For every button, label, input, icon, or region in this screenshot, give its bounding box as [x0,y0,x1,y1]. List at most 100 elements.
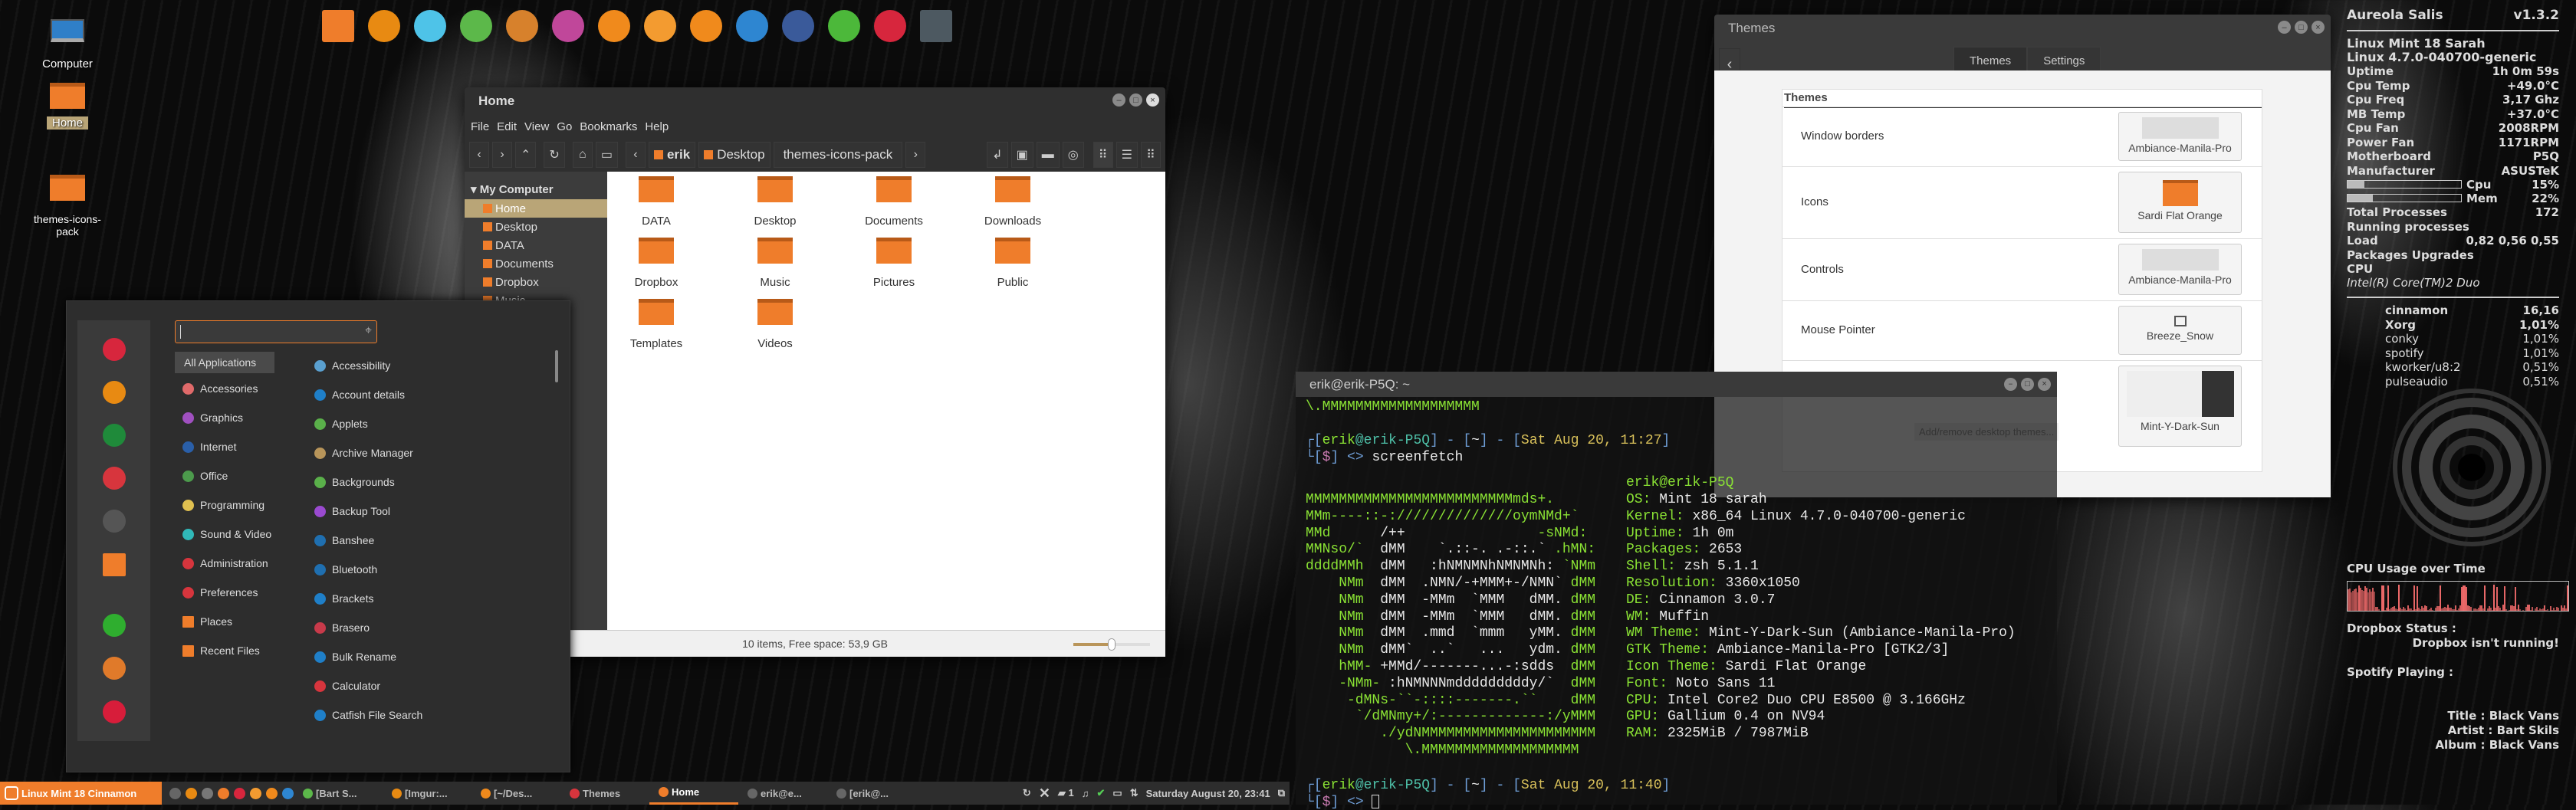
menu-edit[interactable]: Edit [497,120,517,133]
terminal-window[interactable]: erik@erik-P5Q: ~ –□× \.MMMMMMMMMMMMMMMMM… [1296,372,2057,805]
sidebar-item-documents[interactable]: Documents [465,254,607,273]
launcher-icon[interactable] [282,788,294,799]
new-folder-button[interactable]: ▬ [1037,142,1060,168]
desktop-icon-themes-icons-pack[interactable]: themes-icons-pack [25,175,110,238]
category-office[interactable]: Office [182,467,228,485]
launcher-icon[interactable] [234,788,245,799]
menu-help[interactable]: Help [645,120,669,133]
folder-item-data[interactable]: DATA [610,176,702,228]
category-programming[interactable]: Programming [182,496,264,514]
launcher-icon[interactable] [266,788,278,799]
brackets-icon[interactable] [736,10,768,42]
up-button[interactable]: ⌃ [515,142,536,168]
home-button[interactable]: ⌂ [573,142,593,168]
open-terminal-button[interactable]: ▣ [1011,142,1033,168]
forward-button[interactable]: › [492,142,512,168]
theme-select-button[interactable]: Mint-Y-Dark-Sun [2118,366,2242,447]
menu-file[interactable]: File [471,120,489,133]
theme-select-button[interactable]: Breeze_Snow [2118,306,2242,355]
shield-icon[interactable]: ✔ [1097,787,1106,799]
breadcrumb-themes-icons-pack[interactable]: themes-icons-pack [774,142,903,168]
menu-view[interactable]: View [524,120,549,133]
clock[interactable]: Saturday August 20, 23:41 [1146,788,1270,799]
sidebar-item-desktop[interactable]: Desktop [465,218,607,236]
app-bluetooth[interactable]: Bluetooth [314,560,377,579]
favorite-firefox-icon[interactable] [103,381,126,404]
category-graphics[interactable]: Graphics [182,408,243,427]
favorite-logout-icon[interactable] [103,657,126,680]
terminal-icon[interactable] [920,10,952,42]
start-menu-button[interactable]: Linux Mint 18 Cinnamon [0,782,162,805]
list-view-button[interactable]: ☰ [1116,142,1138,168]
maximize-button[interactable]: □ [1129,93,1142,107]
launcher-icon[interactable] [218,788,229,799]
folder-item-videos[interactable]: Videos [729,299,821,350]
app-brasero[interactable]: Brasero [314,618,370,637]
breadcrumb-right[interactable]: › [905,142,925,168]
desktop-icon-home[interactable]: Home [25,83,110,130]
show-desktop-icon[interactable]: ⧉ [1278,787,1285,799]
app-banshee[interactable]: Banshee [314,531,374,549]
compact-view-button[interactable]: ⠿ [1141,142,1161,168]
reload-button[interactable]: ↻ [544,142,564,168]
app-calculator[interactable]: Calculator [314,677,380,695]
favorite-bowtie-icon[interactable] [103,338,126,361]
desktop-icon-computer[interactable]: Computer [25,19,110,71]
taskbar-window-home[interactable]: Home [649,782,738,805]
close-button[interactable]: × [2038,378,2051,391]
theme-select-button[interactable]: Ambiance-Manila-Pro [2118,244,2242,295]
app-accessibility[interactable]: Accessibility [314,356,390,375]
minimize-button[interactable]: – [1112,93,1125,107]
shotwell-icon[interactable] [782,10,814,42]
category-preferences[interactable]: Preferences [182,583,258,602]
text-editor-icon[interactable] [414,10,446,42]
category-sound-video[interactable]: Sound & Video [182,525,271,543]
favorite-power-icon[interactable] [103,700,126,723]
minimize-button[interactable]: – [2278,21,2291,34]
favorite-folder-icon[interactable] [103,553,126,576]
notifications-icon[interactable]: ▰ 1 [1058,787,1074,799]
category-places[interactable]: Places [182,612,232,631]
zoom-slider[interactable] [1073,643,1150,646]
firefox-icon[interactable] [368,10,400,42]
app-archive-manager[interactable]: Archive Manager [314,444,413,462]
sidebar-section-my-computer[interactable]: ▾ My Computer [465,179,607,199]
app-backup-tool[interactable]: Backup Tool [314,502,390,520]
app-bulk-rename[interactable]: Bulk Rename [314,648,396,666]
breadcrumb-erik[interactable]: erik [649,142,695,168]
folder-item-dropbox[interactable]: Dropbox [610,238,702,289]
favorite-download-icon[interactable] [103,424,126,447]
taskbar-window--bart-s-[interactable]: [Bart S... [294,782,383,805]
spotify-icon[interactable] [460,10,492,42]
favorite-terminal-icon[interactable] [103,510,126,533]
folder-item-public[interactable]: Public [967,238,1059,289]
launcher-icon[interactable] [250,788,261,799]
search-button[interactable]: ◎ [1063,142,1084,168]
inkscape-icon[interactable] [552,10,584,42]
folder-item-desktop[interactable]: Desktop [729,176,821,228]
icon-view-button[interactable]: ⠿ [1093,142,1113,168]
app-applets[interactable]: Applets [314,415,368,433]
maximize-button[interactable]: □ [2021,378,2034,391]
folder-item-pictures[interactable]: Pictures [848,238,940,289]
search-input[interactable]: ⌖ [175,320,377,343]
update-icon[interactable]: ↻ [1023,787,1031,799]
launcher-icon[interactable] [169,788,181,799]
system-monitor-icon[interactable] [828,10,860,42]
taskbar-window--erik-[interactable]: [erik@... [827,782,916,805]
app-brackets[interactable]: Brackets [314,589,373,608]
taskbar-window--des-[interactable]: [~/Des... [472,782,560,805]
citrus-icon[interactable] [644,10,676,42]
bowtie-icon[interactable] [874,10,906,42]
taskbar-window--imgur-[interactable]: [Imgur:... [383,782,472,805]
minimize-button[interactable]: – [2004,378,2017,391]
maximize-button[interactable]: □ [2295,21,2308,34]
close-button[interactable]: × [1146,93,1159,107]
breadcrumb-desktop[interactable]: Desktop [698,142,770,168]
app-account-details[interactable]: Account details [314,385,405,404]
files-icon[interactable] [322,10,354,42]
menu-bookmarks[interactable]: Bookmarks [580,120,637,133]
sound-icon[interactable]: ♫ [1082,788,1089,799]
favorite-admin-icon[interactable] [103,467,126,490]
category-internet[interactable]: Internet [182,438,236,456]
